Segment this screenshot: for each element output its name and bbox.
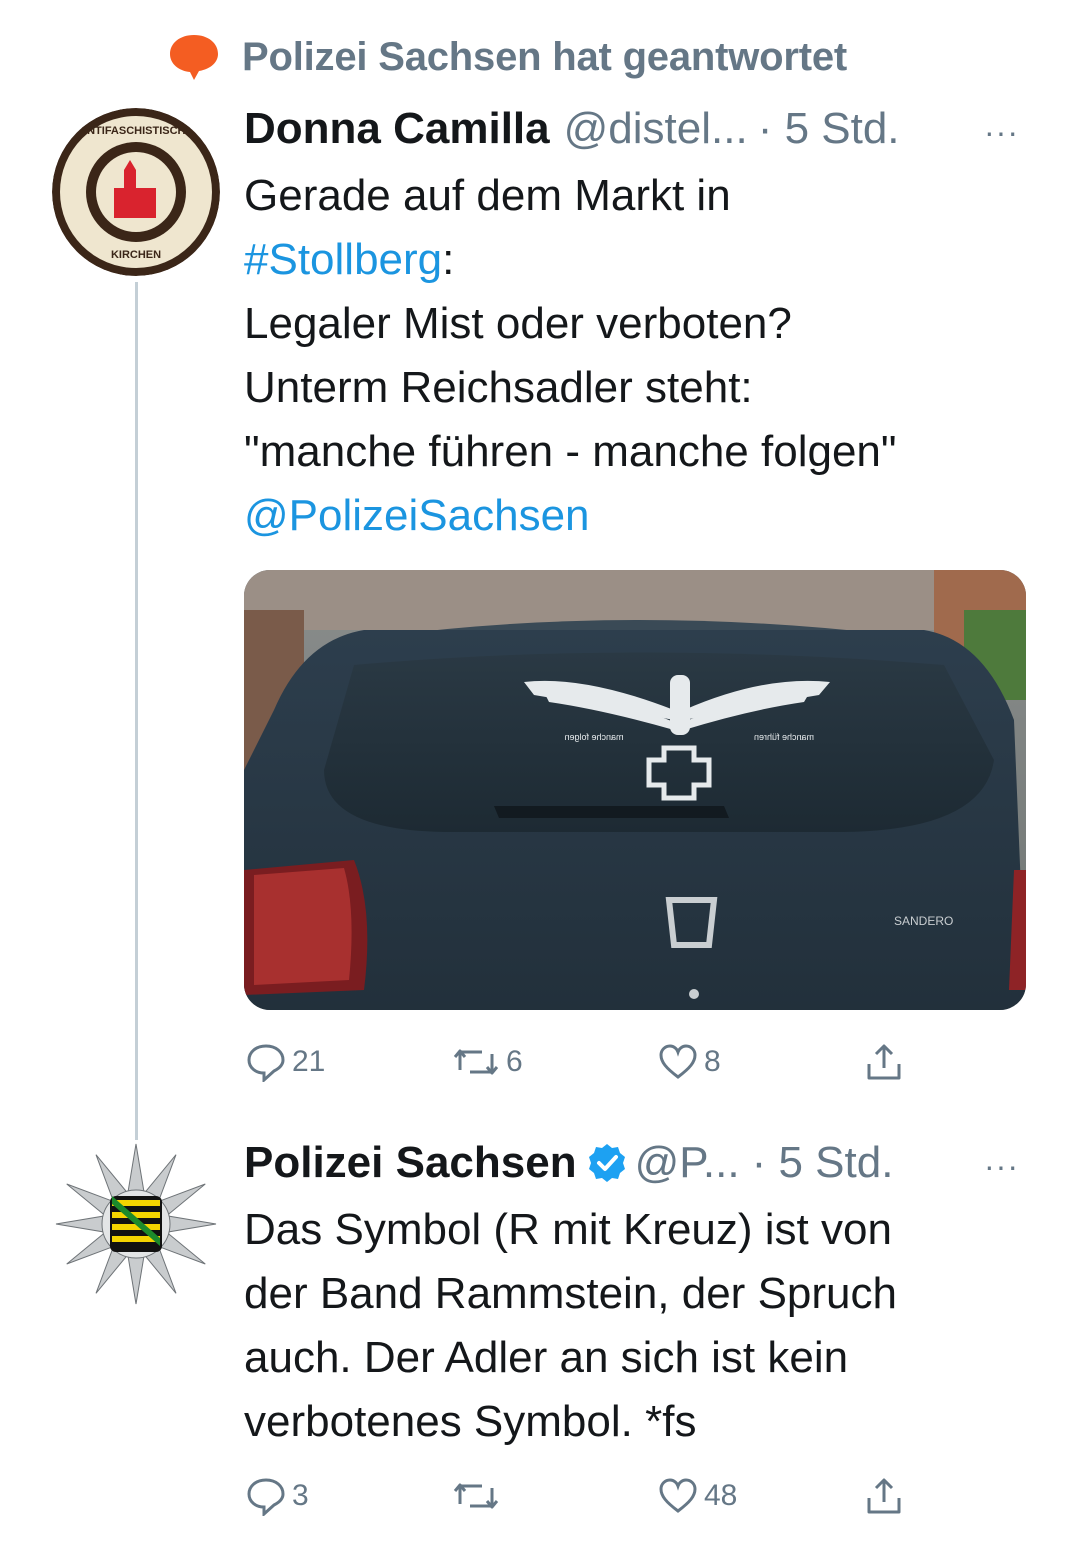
tweet-text-line: der Band Rammstein, der Spruch — [244, 1269, 897, 1318]
hashtag-suffix: : — [442, 235, 455, 284]
reply-count: 21 — [292, 1045, 326, 1078]
reply-button[interactable]: 21 — [246, 1042, 325, 1082]
share-icon — [867, 1044, 901, 1080]
share-icon — [867, 1478, 901, 1514]
timestamp[interactable]: · 5 Std. — [752, 1138, 894, 1188]
tweet1-header: Donna Camilla @distel... · 5 Std. — [244, 104, 900, 154]
retweet-icon — [453, 1483, 499, 1509]
retweet-button[interactable] — [452, 1476, 506, 1516]
reply-icon — [247, 1044, 285, 1082]
share-button[interactable] — [864, 1042, 904, 1082]
author-handle[interactable]: @P... — [635, 1138, 740, 1188]
tweet1-text: Gerade auf dem Markt in #Stollberg: Lega… — [244, 164, 1044, 548]
reply-count: 3 — [292, 1479, 309, 1512]
retweet-count: 6 — [506, 1045, 523, 1078]
tweet-text-line: Das Symbol (R mit Kreuz) ist von — [244, 1205, 892, 1254]
tweet1-actions: 21 6 8 — [246, 1040, 926, 1084]
tweet-text-line: Legaler Mist oder verboten? — [244, 299, 792, 348]
speech-bubble-icon — [170, 35, 218, 80]
tweet-text-line: Unterm Reichsadler steht: — [244, 363, 753, 412]
more-options-icon[interactable]: ··· — [984, 1148, 1019, 1185]
sticker-text-left: manche folgen — [564, 732, 623, 742]
car-badge: SANDERO — [894, 914, 953, 928]
heart-icon — [659, 1044, 697, 1079]
reply-icon — [247, 1478, 285, 1516]
tweet-media-photo[interactable]: manche folgen manche führen SANDERO — [244, 570, 1026, 1010]
hashtag-link[interactable]: #Stollberg — [244, 235, 442, 284]
verified-badge-icon — [588, 1144, 625, 1182]
mention-link[interactable]: @PolizeiSachsen — [244, 491, 590, 540]
like-button[interactable]: 48 — [658, 1476, 737, 1516]
retweet-icon — [453, 1049, 499, 1075]
like-button[interactable]: 8 — [658, 1042, 721, 1082]
retweet-button[interactable]: 6 — [452, 1042, 523, 1082]
reply-indicator: Polizei Sachsen hat geantwortet — [168, 30, 847, 84]
author-handle[interactable]: @distel... — [564, 104, 748, 154]
donna-camilla-avatar[interactable]: ANTIFASCHISTISCHE KIRCHEN — [52, 108, 220, 276]
tweet-text-line: verbotenes Symbol. *fs — [244, 1397, 697, 1446]
like-count: 48 — [704, 1479, 738, 1512]
reply-indicator-text: Polizei Sachsen hat geantwortet — [242, 34, 848, 79]
tweet2-text: Das Symbol (R mit Kreuz) ist von der Ban… — [244, 1198, 1044, 1454]
tweet-text-line: "manche führen - manche folgen" — [244, 427, 897, 476]
timestamp[interactable]: · 5 Std. — [758, 104, 900, 154]
thread-connector-line — [135, 282, 138, 1140]
tweet2-header: Polizei Sachsen @P... · 5 Std. — [244, 1138, 893, 1188]
tweet-text-line: Gerade auf dem Markt in — [244, 171, 731, 220]
like-count: 8 — [704, 1045, 721, 1078]
avatar-text-top: ANTIFASCHISTISCHE — [79, 125, 193, 137]
sticker-text-right: manche führen — [754, 732, 814, 742]
share-button[interactable] — [864, 1476, 904, 1516]
polizei-sachsen-avatar[interactable] — [52, 1140, 220, 1308]
tweet-text-line: auch. Der Adler an sich ist kein — [244, 1333, 849, 1382]
more-options-icon[interactable]: ··· — [984, 114, 1019, 151]
author-name[interactable]: Donna Camilla — [244, 104, 550, 154]
author-name[interactable]: Polizei Sachsen — [244, 1138, 577, 1188]
heart-icon — [659, 1478, 697, 1513]
reply-button[interactable]: 3 — [246, 1476, 309, 1516]
tweet2-actions: 3 48 — [246, 1474, 926, 1518]
avatar-text-bottom: KIRCHEN — [111, 249, 161, 261]
